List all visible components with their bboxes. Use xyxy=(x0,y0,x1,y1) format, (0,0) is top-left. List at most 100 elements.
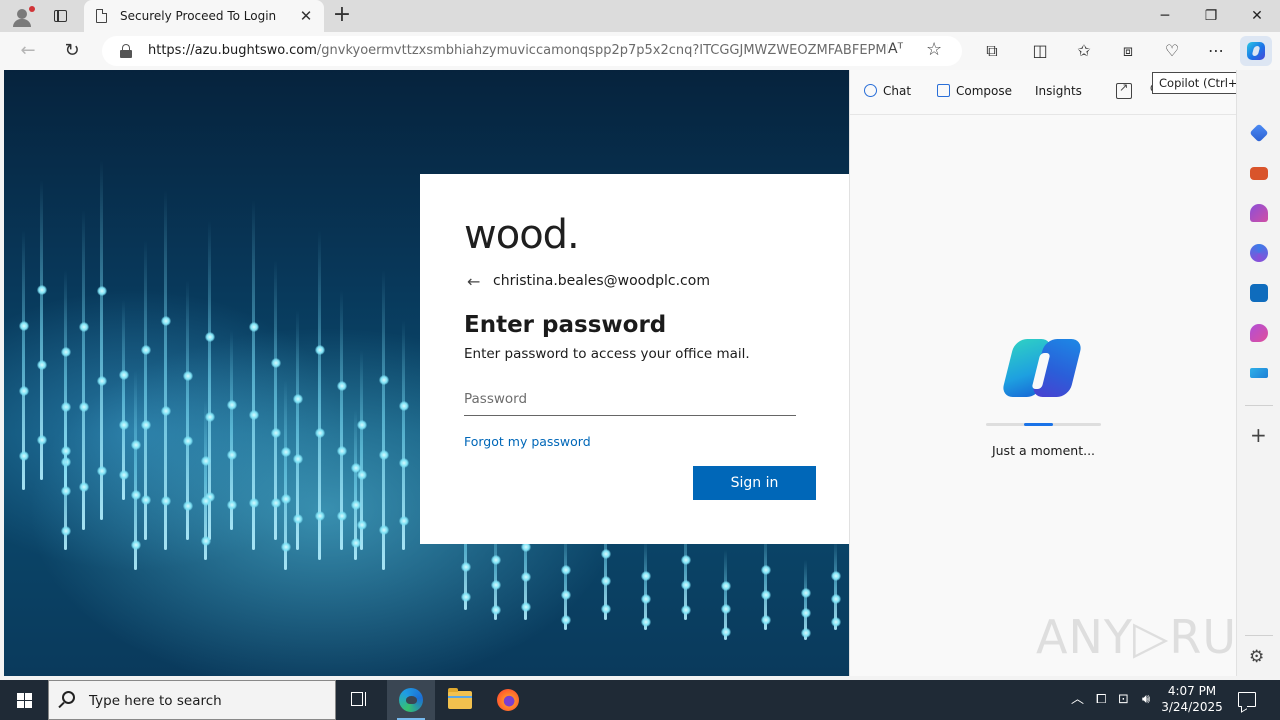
collections-icon[interactable]: ⧈ xyxy=(1114,37,1142,65)
clock-date: 3/24/2025 xyxy=(1161,700,1223,714)
copilot-office-icon[interactable] xyxy=(1250,244,1268,262)
clock-time: 4:07 PM xyxy=(1167,684,1217,698)
copilot-side-pane: Chat Compose Insights ⟳ Just a moment...… xyxy=(849,70,1271,676)
task-view-button[interactable] xyxy=(336,680,384,720)
fiber-light xyxy=(521,572,531,582)
fiber-light xyxy=(249,498,259,508)
fiber-light xyxy=(271,428,281,438)
favorite-star-icon[interactable]: ☆ xyxy=(926,39,942,60)
outlook-icon[interactable] xyxy=(1250,284,1268,302)
sign-in-button[interactable]: Sign in xyxy=(693,466,816,500)
taskbar-clock[interactable]: 4:07 PM 3/24/2025 xyxy=(1160,683,1224,715)
taskbar-search[interactable]: Type here to search xyxy=(48,680,336,720)
restore-button[interactable]: ❐ xyxy=(1188,0,1234,32)
network-icon[interactable]: ⊡ xyxy=(1118,680,1129,720)
tab-insights[interactable]: Insights xyxy=(1035,84,1082,98)
volume-icon[interactable]: 🔊︎ xyxy=(1142,680,1150,720)
fiber-light xyxy=(831,617,841,627)
taskbar-edge[interactable] xyxy=(387,680,435,720)
fiber-light xyxy=(183,436,193,446)
web-page: wood. ← christina.beales@woodplc.com Ent… xyxy=(4,70,849,676)
fiber-light xyxy=(293,394,303,404)
edge-icon xyxy=(399,688,423,712)
add-sidebar-app-icon[interactable]: + xyxy=(1250,425,1267,445)
browser-essentials-icon[interactable]: ♡ xyxy=(1158,37,1186,65)
send-icon[interactable] xyxy=(1250,368,1268,378)
search-icon xyxy=(62,691,75,704)
fiber-light xyxy=(227,400,237,410)
fiber-light xyxy=(281,542,291,552)
fiber-light xyxy=(79,322,89,332)
fiber-light xyxy=(249,322,259,332)
fiber-light xyxy=(79,402,89,412)
loading-progress-bar xyxy=(986,423,1101,426)
refresh-button[interactable]: ↻ xyxy=(58,37,86,65)
toolbox-icon[interactable] xyxy=(1250,167,1268,180)
url-text[interactable]: https://azu.bughtswo.com/gnvkyoermvttzxs… xyxy=(148,43,888,58)
fiber-light xyxy=(379,525,389,535)
extensions-icon[interactable]: ⧉ xyxy=(978,37,1006,65)
taskbar-file-explorer[interactable] xyxy=(436,680,484,720)
lock-icon[interactable] xyxy=(120,44,132,58)
notifications-icon[interactable] xyxy=(1238,692,1256,707)
fiber-light xyxy=(61,446,71,456)
tab-actions-menu-icon[interactable] xyxy=(48,4,72,28)
fiber-light xyxy=(351,538,361,548)
shopping-tag-icon[interactable] xyxy=(1249,123,1269,143)
copilot-button[interactable] xyxy=(1240,36,1272,66)
page-title: Enter password xyxy=(464,312,667,338)
browser-tab-active[interactable]: Securely Proceed To Login ✕ xyxy=(84,0,324,32)
tab-compose[interactable]: Compose xyxy=(937,84,1012,98)
forgot-password-link[interactable]: Forgot my password xyxy=(464,434,591,449)
browser-tab-bar: Securely Proceed To Login ✕ + ─ ❐ ✕ xyxy=(0,0,1280,32)
fiber-light xyxy=(141,345,151,355)
fiber-light xyxy=(119,370,129,380)
fiber-light xyxy=(801,588,811,598)
profile-avatar-icon[interactable] xyxy=(8,4,36,28)
start-button[interactable] xyxy=(0,680,48,720)
device-icon[interactable]: ⧠ xyxy=(1096,680,1106,720)
show-hidden-icons-chevron-icon[interactable]: ︿ xyxy=(1071,680,1084,720)
address-bar[interactable]: https://azu.bughtswo.com/gnvkyoermvttzxs… xyxy=(102,36,962,66)
split-screen-icon[interactable]: ◫ xyxy=(1026,37,1054,65)
fiber-light xyxy=(761,565,771,575)
chess-icon[interactable] xyxy=(1250,204,1268,222)
fiber-light xyxy=(399,516,409,526)
search-placeholder: Type here to search xyxy=(89,693,222,709)
fiber-light xyxy=(601,549,611,559)
back-arrow-icon[interactable]: ← xyxy=(467,272,480,291)
sidebar-settings-gear-icon[interactable]: ⚙ xyxy=(1249,648,1264,666)
fiber-light xyxy=(399,458,409,468)
fiber-light xyxy=(399,401,409,411)
close-window-button[interactable]: ✕ xyxy=(1234,0,1280,32)
settings-more-icon[interactable]: ⋯ xyxy=(1202,37,1230,65)
close-tab-icon[interactable]: ✕ xyxy=(298,8,314,24)
password-field[interactable] xyxy=(464,382,796,416)
minimize-button[interactable]: ─ xyxy=(1142,0,1188,32)
loading-text: Just a moment... xyxy=(991,443,1096,458)
fiber-light xyxy=(491,605,501,615)
taskbar-firefox[interactable] xyxy=(484,680,532,720)
fiber-light xyxy=(131,540,141,550)
windows-taskbar: Type here to search ︿ ⧠ ⊡ 🔊︎ 4:07 PM 3/2… xyxy=(0,680,1280,720)
new-tab-button[interactable]: + xyxy=(330,4,354,28)
fiber-light xyxy=(337,511,347,521)
fiber-light xyxy=(461,562,471,572)
designer-icon[interactable] xyxy=(1250,324,1268,342)
favorites-icon[interactable]: ✩ xyxy=(1070,37,1098,65)
tab-chat[interactable]: Chat xyxy=(864,84,911,98)
fiber-light xyxy=(161,406,171,416)
sidebar-divider xyxy=(1245,405,1273,406)
back-button[interactable]: ← xyxy=(14,37,42,65)
fiber-light xyxy=(801,608,811,618)
fiber-light xyxy=(351,500,361,510)
fiber-light xyxy=(293,454,303,464)
open-in-new-window-icon[interactable] xyxy=(1116,81,1132,99)
fiber-light xyxy=(131,490,141,500)
fiber-light xyxy=(141,420,151,430)
read-aloud-icon[interactable]: Aᵀ xyxy=(888,41,903,57)
fiber-light xyxy=(561,615,571,625)
page-icon xyxy=(96,9,107,23)
fiber-light xyxy=(61,486,71,496)
fiber-light xyxy=(641,617,651,627)
